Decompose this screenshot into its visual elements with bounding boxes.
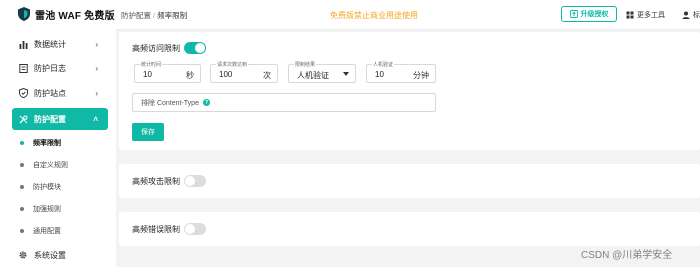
shield-logo-icon — [18, 7, 30, 21]
user-icon — [682, 11, 690, 19]
sidebar-item-label: 防护配置 — [34, 114, 66, 124]
sidebar-item-label: 防护站点 — [34, 88, 66, 98]
sidebar: 雷池 WAF 免费版 数据统计 › 防护日志 › 防护站点 › 防护配置 ˄ 频… — [0, 0, 116, 267]
high-freq-error-card: 高频错误限制 — [119, 212, 700, 246]
upgrade-icon — [569, 10, 578, 18]
sidebar-item-sites[interactable]: 防护站点 › — [12, 82, 108, 104]
chevron-up-icon: ˄ — [93, 114, 98, 124]
high-freq-attack-card: 高频攻击限制 — [119, 164, 700, 198]
chevron-right-icon: › — [95, 63, 98, 73]
high-freq-error-title: 高频错误限制 — [132, 224, 180, 234]
logo-text: 雷池 WAF 免费版 — [35, 10, 115, 22]
sidebar-item-label: 数据统计 — [34, 39, 66, 49]
save-button[interactable]: 保存 — [132, 123, 164, 141]
period-unit: 秒 — [186, 71, 194, 80]
sidebar-subitem-label: 自定义规则 — [33, 162, 68, 169]
caret-down-icon — [343, 72, 349, 76]
grid-icon — [626, 11, 634, 19]
upgrade-license-button[interactable]: 升级授权 — [561, 6, 617, 22]
sidebar-item-label: 防护日志 — [34, 63, 66, 73]
high-freq-attack-header: 高频攻击限制 — [132, 175, 206, 187]
chevron-right-icon: › — [95, 88, 98, 98]
exclude-content-type-input[interactable]: 排除 Content-Type ? — [132, 93, 436, 112]
high-freq-access-title: 高频访问限制 — [132, 43, 180, 53]
sidebar-subitem-general-config[interactable]: 通用配置 — [20, 224, 61, 238]
period-field[interactable]: 统计时间 10 秒 — [134, 61, 201, 83]
high-freq-access-card: 高频访问限制 统计时间 10 秒 请求次数达到 100 次 限制结果 人机验证 … — [119, 32, 700, 150]
more-tools-button[interactable]: 更多工具 — [626, 10, 665, 20]
log-icon — [18, 63, 28, 73]
bullet-dot — [20, 229, 24, 233]
high-freq-attack-title: 高频攻击限制 — [132, 176, 180, 186]
high-freq-error-header: 高频错误限制 — [132, 223, 206, 235]
sidebar-subitem-rate-limit[interactable]: 频率限制 — [20, 136, 61, 150]
high-freq-access-toggle[interactable] — [184, 42, 206, 54]
chevron-right-icon: › — [95, 39, 98, 49]
request-count-field[interactable]: 请求次数达到 100 次 — [210, 61, 278, 83]
high-freq-attack-toggle[interactable] — [184, 175, 206, 187]
more-tools-label: 更多工具 — [637, 12, 665, 19]
breadcrumb-current: 频率限制 — [157, 11, 188, 20]
request-count-label: 请求次数达到 — [216, 61, 249, 68]
bullet-dot — [20, 207, 24, 211]
sidebar-subitem-label: 防护模块 — [33, 184, 61, 191]
sidebar-item-settings[interactable]: 系统设置 — [12, 244, 108, 266]
top-bar: 防护配置 / 频率限制 免费版禁止商业用途使用 升级授权 更多工具 标 — [116, 0, 700, 30]
period-label: 统计时间 — [140, 61, 163, 68]
toggle-knob — [185, 176, 195, 186]
breadcrumb-separator: / — [153, 11, 156, 20]
sidebar-item-logs[interactable]: 防护日志 › — [12, 57, 108, 79]
sidebar-subitem-label: 加强规则 — [33, 206, 61, 213]
exclude-content-type-placeholder: 排除 Content-Type — [141, 99, 199, 107]
request-count-unit: 次 — [263, 71, 271, 80]
toggle-knob — [185, 224, 195, 234]
gear-icon — [18, 250, 28, 260]
sidebar-subitem-label: 通用配置 — [33, 228, 61, 235]
period-value: 10 — [143, 70, 152, 79]
captcha-duration-unit: 分钟 — [413, 71, 429, 80]
sidebar-item-protection-config[interactable]: 防护配置 ˄ — [12, 108, 108, 130]
upgrade-label: 升级授权 — [580, 11, 609, 18]
user-menu-label: 标 — [693, 12, 700, 19]
sidebar-item-label: 系统设置 — [34, 250, 66, 260]
sidebar-subitem-label: 频率限制 — [33, 140, 61, 147]
toggle-knob — [195, 43, 205, 53]
breadcrumb: 防护配置 / 频率限制 — [121, 10, 187, 21]
license-notice: 免费版禁止商业用途使用 — [330, 11, 418, 20]
high-freq-access-header: 高频访问限制 — [132, 42, 206, 54]
tools-icon — [18, 114, 28, 124]
breadcrumb-item[interactable]: 防护配置 — [121, 11, 151, 20]
user-menu-button[interactable]: 标 — [682, 10, 700, 20]
bullet-dot — [20, 141, 24, 145]
captcha-duration-label: 人机验证 — [372, 61, 395, 68]
shield-icon — [18, 88, 28, 98]
bullet-dot — [20, 185, 24, 189]
high-freq-error-toggle[interactable] — [184, 223, 206, 235]
captcha-duration-field[interactable]: 人机验证 10 分钟 — [366, 61, 436, 83]
sidebar-subitem-custom-rules[interactable]: 自定义规则 — [20, 158, 68, 172]
action-select[interactable]: 限制结果 人机验证 — [288, 61, 356, 83]
info-icon[interactable]: ? — [202, 99, 210, 106]
bullet-dot — [20, 163, 24, 167]
sidebar-subitem-enhanced-rules[interactable]: 加强规则 — [20, 202, 61, 216]
logo[interactable]: 雷池 WAF 免费版 — [18, 6, 115, 22]
sidebar-subitem-modules[interactable]: 防护模块 — [20, 180, 61, 194]
sidebar-item-statistics[interactable]: 数据统计 › — [12, 33, 108, 55]
watermark: CSDN @川弟学安全 — [581, 250, 673, 261]
captcha-duration-value: 10 — [375, 70, 384, 79]
action-label: 限制结果 — [294, 61, 317, 68]
request-count-value: 100 — [219, 70, 233, 79]
bar-chart-icon — [18, 39, 28, 49]
action-value: 人机验证 — [297, 71, 329, 80]
